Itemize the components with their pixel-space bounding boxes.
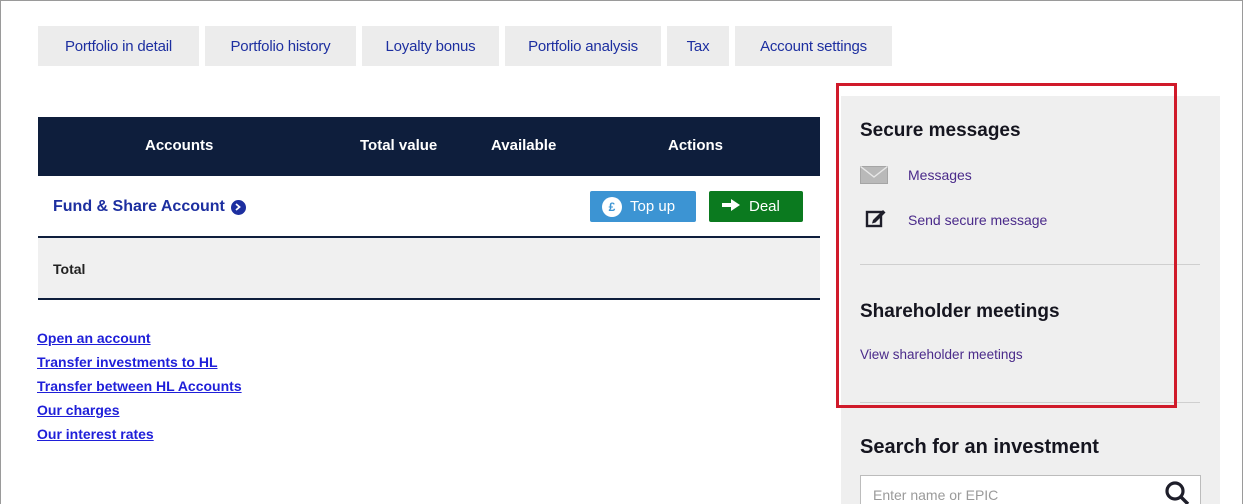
- compose-icon: [865, 207, 887, 234]
- account-links: Open an account Transfer investments to …: [37, 330, 242, 442]
- our-charges-link[interactable]: Our charges: [37, 402, 242, 418]
- tab-tax[interactable]: Tax: [667, 26, 729, 66]
- pound-icon: £: [602, 196, 622, 217]
- deal-label: Deal: [749, 198, 780, 215]
- tab-portfolio-history[interactable]: Portfolio history: [205, 26, 356, 66]
- tab-account-settings[interactable]: Account settings: [735, 26, 892, 66]
- search-title: Search for an investment: [860, 436, 1099, 458]
- tab-portfolio-in-detail[interactable]: Portfolio in detail: [38, 26, 199, 66]
- interest-rates-link[interactable]: Our interest rates: [37, 426, 242, 442]
- open-account-link[interactable]: Open an account: [37, 330, 242, 346]
- header-available: Available: [491, 137, 557, 154]
- view-shareholder-meetings-link[interactable]: View shareholder meetings: [860, 347, 1023, 362]
- header-total-value: Total value: [360, 137, 438, 154]
- shareholder-meetings-title: Shareholder meetings: [860, 301, 1060, 322]
- tab-loyalty-bonus[interactable]: Loyalty bonus: [362, 26, 499, 66]
- secure-messages-title: Secure messages: [860, 120, 1021, 141]
- section-divider: [860, 264, 1200, 265]
- chevron-right-icon: [230, 199, 246, 215]
- search-input[interactable]: [860, 475, 1201, 504]
- top-up-button[interactable]: £ Top up: [590, 191, 696, 222]
- header-accounts: Accounts: [145, 137, 214, 154]
- search-icon[interactable]: [1162, 478, 1192, 504]
- header-actions: Actions: [668, 137, 724, 154]
- section-divider: [860, 402, 1200, 403]
- total-row: Total: [38, 238, 820, 300]
- tab-bar: Portfolio in detail Portfolio history Lo…: [38, 26, 892, 66]
- arrow-right-icon: [721, 198, 741, 216]
- sidebar-panel: Secure messages Messages Send secure mes…: [841, 96, 1220, 504]
- envelope-icon: [860, 165, 888, 189]
- deal-button[interactable]: Deal: [709, 191, 803, 222]
- table-row: Fund & Share Account £ Top up Deal: [38, 176, 820, 238]
- tab-portfolio-analysis[interactable]: Portfolio analysis: [505, 26, 661, 66]
- send-secure-message-link[interactable]: Send secure message: [908, 212, 1047, 228]
- account-name: Fund & Share Account: [53, 198, 225, 215]
- accounts-table-header: Accounts Total value Available Actions: [38, 117, 820, 176]
- messages-link[interactable]: Messages: [908, 167, 972, 183]
- transfer-between-accounts-link[interactable]: Transfer between HL Accounts: [37, 378, 242, 394]
- account-name-link[interactable]: Fund & Share Account: [53, 198, 246, 216]
- top-up-label: Top up: [630, 198, 676, 215]
- total-label: Total: [53, 261, 86, 277]
- transfer-investments-link[interactable]: Transfer investments to HL: [37, 354, 242, 370]
